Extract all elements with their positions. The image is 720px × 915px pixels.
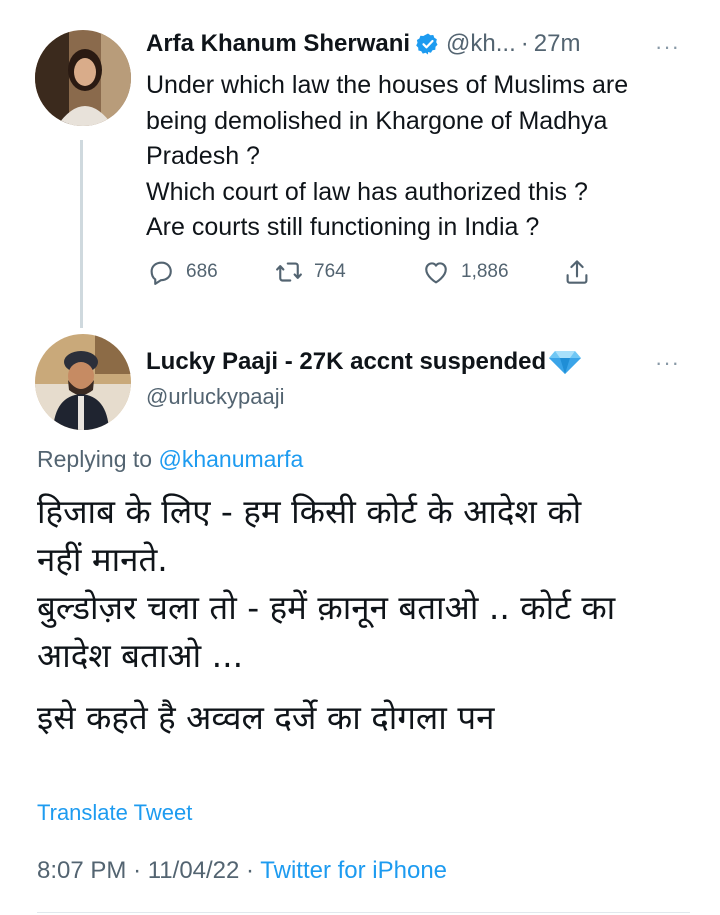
retweet-icon (276, 262, 302, 282)
author-handle[interactable]: @kh... (446, 30, 516, 58)
meta-separator: · (133, 857, 142, 884)
reply-date[interactable]: 11/04/22 (148, 857, 240, 884)
reply-line: नहीं मानते. (37, 540, 168, 579)
reply-author-handle[interactable]: @urluckypaaji (146, 384, 285, 410)
reply-text: हिजाब के लिए - हम किसी कोर्ट के आदेश को … (37, 488, 707, 742)
divider (37, 912, 690, 913)
tweet-header: Arfa Khanum Sherwani @kh... · 27m (146, 30, 580, 58)
replying-to: Replying to @khanumarfa (37, 446, 303, 473)
diamond-icon (549, 351, 582, 374)
meta-separator: · (246, 857, 255, 884)
like-button[interactable]: 1,886 (421, 257, 509, 287)
tweet-source-link[interactable]: Twitter for iPhone (260, 857, 447, 884)
tweet-text: Under which law the houses of Muslims ar… (146, 68, 706, 246)
reply-more-options-icon[interactable]: ··· (655, 350, 680, 376)
reply-button[interactable]: 686 (146, 257, 218, 287)
more-options-icon[interactable]: ··· (655, 34, 680, 60)
reply-line: आदेश बताओ ... (37, 636, 244, 675)
thread-line (80, 140, 83, 328)
like-icon (425, 262, 447, 284)
retweet-count: 764 (314, 261, 346, 282)
reply-time[interactable]: 8:07 PM (37, 857, 126, 884)
reply-count: 686 (186, 261, 218, 282)
avatar-arfa[interactable] (35, 30, 131, 126)
reply-line: बुल्डोज़र चला तो - हमें क़ानून बताओ .. क… (37, 588, 616, 627)
meta-separator: · (520, 30, 529, 57)
replying-mention-link[interactable]: @khanumarfa (158, 446, 303, 472)
author-name[interactable]: Arfa Khanum Sherwani (146, 30, 410, 58)
tweet-meta: 8:07 PM · 11/04/22 · Twitter for iPhone (37, 857, 447, 885)
reply-line: इसे कहते है अव्वल दर्जे का दोगला पन (37, 698, 495, 737)
avatar-lucky-paaji[interactable] (35, 334, 131, 430)
tweet-line: Pradesh ? (146, 142, 260, 170)
reply-author-name[interactable]: Lucky Paaji - 27K accnt suspended (146, 348, 546, 376)
tweet-actions: 686 764 1,886 (146, 257, 596, 293)
tweet-line: Which court of law has authorized this ? (146, 177, 588, 206)
like-count: 1,886 (461, 261, 509, 282)
replying-prefix: Replying to (37, 446, 153, 472)
reply-line: हिजाब के लिए - हम किसी कोर्ट के आदेश को (37, 492, 582, 531)
tweet-line: Under which law the houses of Muslims ar… (146, 71, 629, 99)
reply-icon (150, 261, 172, 285)
tweet-line: Are courts still functioning in India ? (146, 213, 540, 241)
share-button[interactable] (562, 257, 592, 287)
share-icon (566, 260, 588, 284)
tweet-line: being demolished in Khargone of Madhya (146, 106, 608, 135)
retweet-button[interactable]: 764 (274, 257, 346, 287)
reply-header: Lucky Paaji - 27K accnt suspended (146, 348, 582, 376)
verified-badge-icon (416, 33, 438, 55)
translate-tweet-link[interactable]: Translate Tweet (37, 800, 192, 826)
tweet-time[interactable]: 27m (534, 30, 581, 58)
